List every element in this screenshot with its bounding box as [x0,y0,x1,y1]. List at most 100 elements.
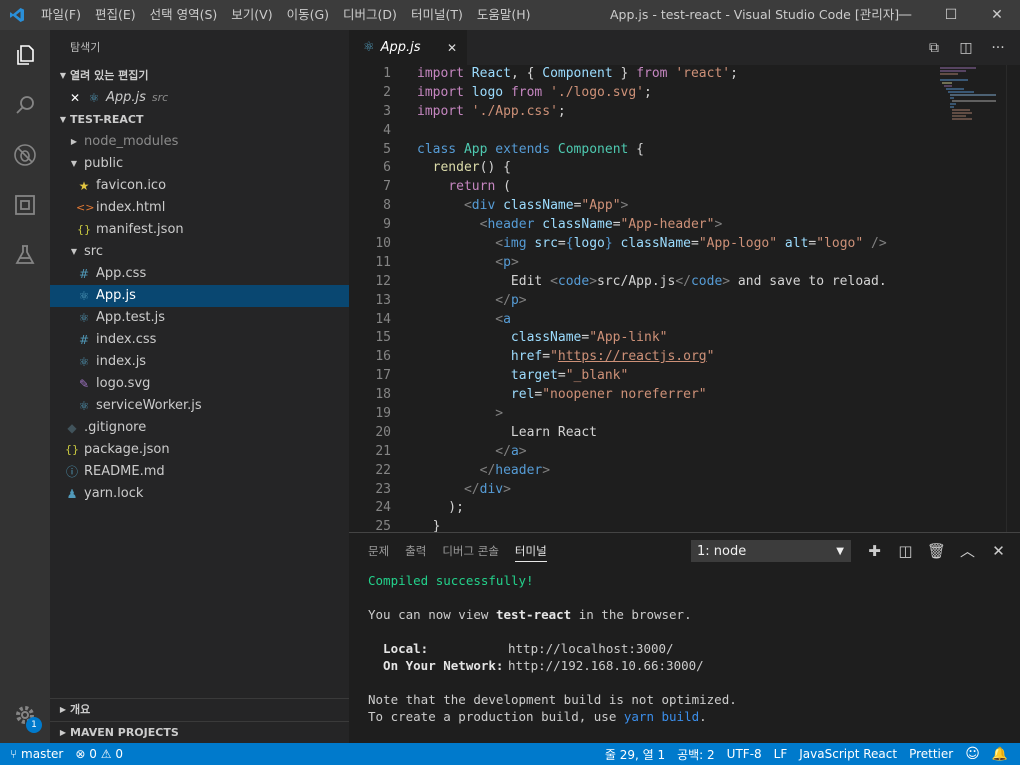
activity-bar: 1 [0,30,50,743]
tree-item-label: favicon.ico [96,178,167,193]
terminal-select[interactable]: 1: node ▼ [691,540,851,562]
maven-header[interactable]: ▶ MAVEN PROJECTS [50,721,349,743]
indentation[interactable]: 공백: 2 [677,746,715,763]
extensions-icon[interactable] [0,180,50,230]
tree-item-favicon[interactable]: ★ favicon.ico [50,175,349,197]
tab-problems[interactable]: 문제 [368,533,389,569]
chevron-down-icon: ▼ [70,159,78,168]
notification-bell-icon[interactable]: 🔔 [992,747,1008,762]
tab-terminal[interactable]: 터미널 [514,540,547,562]
react-icon: ⚛ [88,91,100,105]
menu-help[interactable]: 도움말(H) [470,0,538,30]
menu-debug[interactable]: 디버그(D) [336,0,404,30]
line-number: 18 [375,387,391,403]
tree-item-node-modules[interactable]: ▶ node_modules [50,131,349,153]
close-window-button[interactable]: ✕ [974,0,1020,30]
tree-item-gitignore[interactable]: ◆ .gitignore [50,417,349,439]
tree-item-app-js[interactable]: ⚛ App.js [50,285,349,307]
outline-header[interactable]: ▶ 개요 [50,699,349,721]
tab-app-js[interactable]: ⚛ App.js ✕ [349,30,467,65]
terminal-line: Note that the development build is not o… [368,692,737,707]
language-mode[interactable]: JavaScript React [799,747,897,761]
end-of-line[interactable]: LF [774,747,788,761]
menu-file[interactable]: 파일(F) [34,0,88,30]
menu-edit[interactable]: 편집(E) [88,0,143,30]
code-content[interactable]: import React, { Component } from 'react'… [417,65,997,532]
editor-scrollbar[interactable] [1006,65,1020,532]
tree-item-readme[interactable]: ⓘ README.md [50,461,349,483]
line-number: 9 [383,217,391,233]
tree-item-package-json[interactable]: {} package.json [50,439,349,461]
terminal-output[interactable]: Compiled successfully! You can now view … [368,572,1008,725]
open-editor-item[interactable]: ✕ ⚛ App.js src [50,87,349,109]
trash-icon[interactable]: 🗑 [921,540,952,562]
new-terminal-plus-icon[interactable]: ✚ [859,540,890,562]
tab-label: App.js [380,40,421,55]
split-editor-icon[interactable]: ◫ [950,40,982,56]
debug-icon[interactable] [0,130,50,180]
explorer-icon[interactable] [0,30,50,80]
line-number: 19 [375,406,391,422]
split-terminal-icon[interactable]: ◫ [890,540,921,562]
chevron-down-icon: ▼ [836,546,844,557]
menu-selection[interactable]: 선택 영역(S) [143,0,225,30]
tree-item-index-js[interactable]: ⚛ index.js [50,351,349,373]
search-icon[interactable] [0,80,50,130]
line-number: 23 [375,481,391,497]
code-editor[interactable]: 1 2 3 4 5 6 7 8 9 10 11 12 13 14 15 16 17 18 19 20 21 22 23 24 2… [349,65,1020,532]
tree-item-yarn-lock[interactable]: ♟ yarn.lock [50,483,349,505]
tab-output[interactable]: 출력 [405,533,426,569]
close-icon[interactable]: ✕ [70,87,86,109]
close-panel-icon[interactable]: ✕ [983,540,1014,562]
project-header[interactable]: ▼ TEST-REACT [50,109,349,131]
tree-item-manifest[interactable]: {} manifest.json [50,219,349,241]
test-flask-icon[interactable] [0,230,50,280]
line-number: 6 [383,160,391,176]
tree-item-index-css[interactable]: # index.css [50,329,349,351]
code-line: import React, { Component } from 'react'… [417,66,738,81]
tree-item-label: yarn.lock [84,486,144,501]
problems-item[interactable]: ⊗ 0 ⚠ 0 [75,747,123,761]
tree-item-logo-svg[interactable]: ✎ logo.svg [50,373,349,395]
maximize-button[interactable]: ☐ [928,0,974,30]
open-editors-header[interactable]: ▼ 열려 있는 편집기 [50,65,349,87]
tree-item-app-test[interactable]: ⚛ App.test.js [50,307,349,329]
terminal-label: On Your Network: [368,658,504,673]
cursor-position[interactable]: 줄 29, 열 1 [605,746,665,763]
code-line: render() { [432,160,511,176]
status-left: ⑂ master ⊗ 0 ⚠ 0 [0,747,129,761]
menu-go[interactable]: 이동(G) [280,0,336,30]
tree-item-service-worker[interactable]: ⚛ serviceWorker.js [50,395,349,417]
tab-debug-console[interactable]: 디버그 콘솔 [442,533,499,569]
line-number: 21 [375,443,391,459]
terminal-url[interactable]: http://localhost:3000/ [508,641,674,656]
menu-view[interactable]: 보기(V) [224,0,279,30]
open-changes-icon[interactable]: ⧉ [918,40,950,56]
close-icon[interactable]: ✕ [447,41,457,55]
encoding[interactable]: UTF-8 [727,747,762,761]
tree-item-public[interactable]: ▼ public [50,153,349,175]
code-line: </div> [463,481,511,497]
minimap[interactable] [936,65,1006,125]
feedback-smiley-icon[interactable]: ☺ [965,746,980,762]
code-line: target="_blank" [510,368,629,384]
react-icon: ⚛ [78,355,90,369]
minimize-button[interactable]: — [882,0,928,30]
maximize-panel-chevron-up-icon[interactable]: ︿ [952,540,983,562]
terminal-url[interactable]: http://192.168.10.66:3000/ [508,658,704,673]
more-actions-icon[interactable]: ··· [982,40,1014,56]
manage-gear-icon[interactable]: 1 [0,695,50,735]
formatter[interactable]: Prettier [909,747,953,761]
menu-terminal[interactable]: 터미널(T) [404,0,470,30]
tree-item-index-html[interactable]: <> index.html [50,197,349,219]
tree-item-src[interactable]: ▼ src [50,241,349,263]
code-line: ); [417,500,464,516]
code-line: </a> [495,443,527,459]
tree-item-label: App.css [96,266,147,281]
terminal-line: Local: http://localhost:3000/ [368,640,1008,657]
project-label: TEST-REACT [70,113,144,126]
react-icon: ⚛ [78,311,90,325]
status-bar: ⑂ master ⊗ 0 ⚠ 0 줄 29, 열 1 공백: 2 UTF-8 L… [0,743,1020,765]
branch-item[interactable]: ⑂ master [10,747,63,761]
tree-item-app-css[interactable]: # App.css [50,263,349,285]
